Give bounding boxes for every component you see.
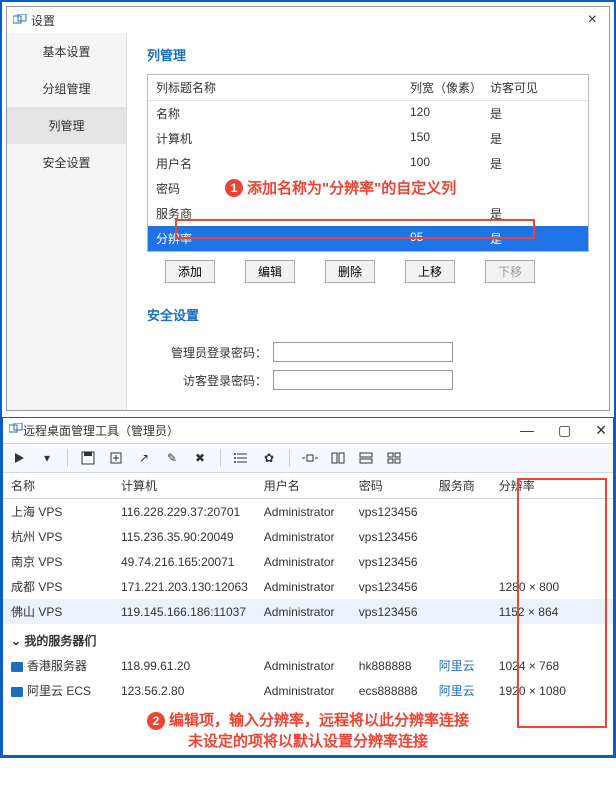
th-visible: 访客可见 — [490, 79, 580, 96]
col-host[interactable]: 计算机 — [113, 473, 256, 499]
th-name: 列标题名称 — [156, 79, 410, 96]
table-row[interactable]: 成都 VPS171.221.203.130:12063Administrator… — [3, 574, 613, 599]
close-icon[interactable]: ✕ — [595, 422, 607, 439]
col-vendor[interactable]: 服务商 — [431, 473, 491, 499]
list-icon[interactable] — [231, 448, 251, 468]
app-icon — [13, 14, 27, 26]
sidebar-item-columns[interactable]: 列管理 — [7, 107, 126, 144]
table-row[interactable]: 香港服务器118.99.61.20Administratorhk888888阿里… — [3, 653, 613, 678]
settings-sidebar: 基本设置 分组管理 列管理 安全设置 — [7, 33, 127, 410]
guest-pass-label: 访客登录密码： — [147, 372, 267, 389]
table-row[interactable]: 阿里云 ECS123.56.2.80Administratorecs888888… — [3, 678, 613, 703]
server-table: 名称 计算机 用户名 密码 服务商 分辨率 上海 VPS116.228.229.… — [3, 473, 613, 703]
moveup-button[interactable]: 上移 — [405, 260, 455, 283]
chevron-down-icon[interactable]: ⌄ — [11, 634, 21, 648]
th-width: 列宽（像素） — [410, 79, 490, 96]
guest-pass-input[interactable] — [273, 370, 453, 390]
cancel-icon[interactable]: ✖ — [190, 448, 210, 468]
window-title: 远程桌面管理工具（管理员） — [23, 422, 520, 439]
dialog-title: 设置 — [31, 12, 582, 29]
maximize-icon[interactable]: ▢ — [558, 422, 571, 439]
admin-pass-label: 管理员登录密码： — [147, 344, 267, 361]
save-icon[interactable] — [78, 448, 98, 468]
col-res[interactable]: 分辨率 — [491, 473, 613, 499]
edit-button[interactable]: 编辑 — [245, 260, 295, 283]
table-row[interactable]: 上海 VPS116.228.229.37:20701Administratorv… — [3, 499, 613, 525]
table-row[interactable]: 南京 VPS49.74.216.165:20071Administratorvp… — [3, 549, 613, 574]
column-row[interactable]: 服务商是 — [148, 201, 588, 226]
column-row[interactable]: 计算机150是 — [148, 126, 588, 151]
tile-h-icon[interactable] — [328, 448, 348, 468]
table-row[interactable]: 杭州 VPS115.236.35.90:20049Administratorvp… — [3, 524, 613, 549]
table-row[interactable]: 佛山 VPS119.145.166.186:11037Administrator… — [3, 599, 613, 624]
column-row[interactable]: 分辨率95是 — [148, 226, 588, 251]
gear-icon[interactable]: ✿ — [259, 448, 279, 468]
column-row[interactable]: 名称120是 — [148, 101, 588, 126]
sidebar-item-basic[interactable]: 基本设置 — [7, 33, 126, 70]
col-name[interactable]: 名称 — [3, 473, 113, 499]
col-user[interactable]: 用户名 — [256, 473, 351, 499]
delete-button[interactable]: 删除 — [325, 260, 375, 283]
sidebar-item-security[interactable]: 安全设置 — [7, 144, 126, 181]
edit-icon[interactable]: ✎ — [162, 448, 182, 468]
app-icon — [9, 423, 23, 438]
play-icon[interactable] — [9, 448, 29, 468]
movedown-button: 下移 — [485, 260, 535, 283]
fit-icon[interactable] — [300, 448, 320, 468]
section-security: 安全设置 — [147, 305, 589, 324]
admin-pass-input[interactable] — [273, 342, 453, 362]
new-icon[interactable] — [106, 448, 126, 468]
section-columns: 列管理 — [147, 45, 589, 64]
toolbar: ▾ ↗ ✎ ✖ ✿ — [3, 443, 613, 473]
grid-icon[interactable] — [384, 448, 404, 468]
arrow-icon[interactable]: ↗ — [134, 448, 154, 468]
col-pass[interactable]: 密码 — [351, 473, 431, 499]
sidebar-item-group[interactable]: 分组管理 — [7, 70, 126, 107]
tile-v-icon[interactable] — [356, 448, 376, 468]
dropdown-icon[interactable]: ▾ — [37, 448, 57, 468]
callout-2: 2编辑项，输入分辨率，远程将以此分辨率连接 未设定的项将以默认设置分辨率连接 — [3, 703, 613, 755]
close-icon[interactable]: × — [582, 11, 603, 29]
callout-1: 1添加名称为"分辨率"的自定义列 — [225, 177, 456, 198]
column-row[interactable]: 用户名100是 — [148, 151, 588, 176]
add-button[interactable]: 添加 — [165, 260, 215, 283]
column-list: 列标题名称 列宽（像素） 访客可见 名称120是计算机150是用户名100是密码… — [147, 74, 589, 252]
minimize-icon[interactable]: — — [520, 422, 534, 439]
